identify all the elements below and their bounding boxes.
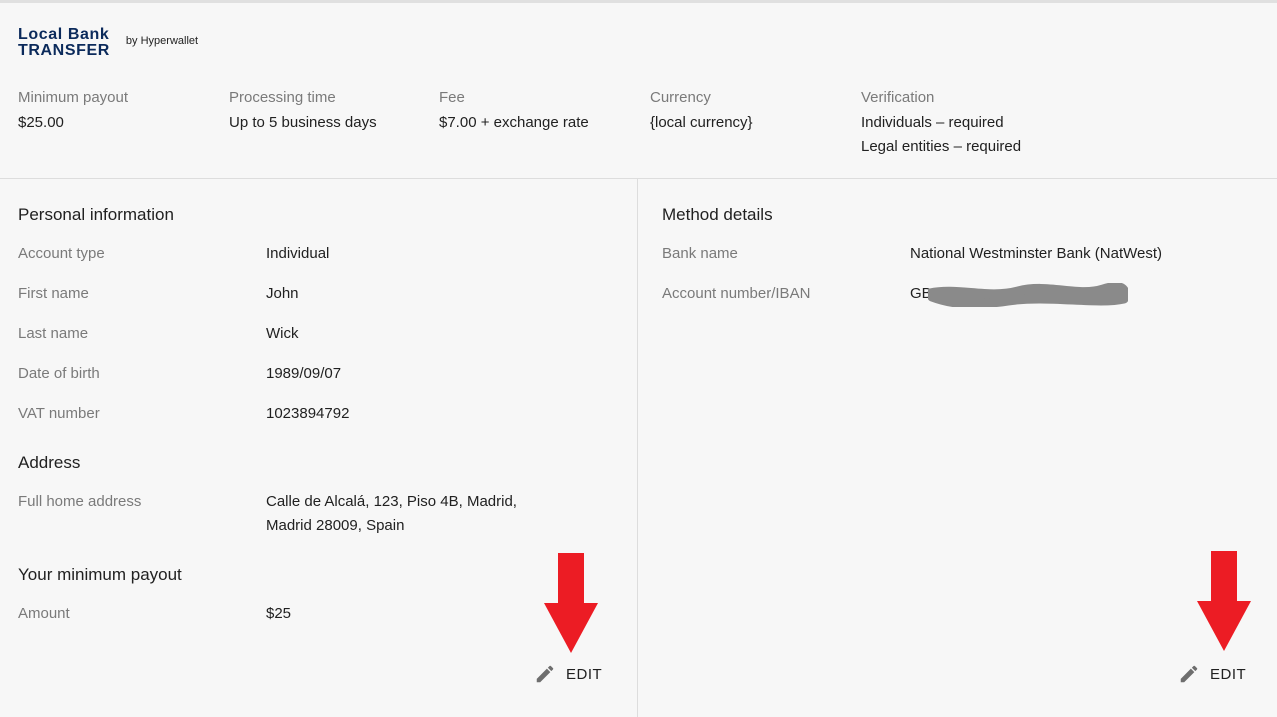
last-name-label: Last name xyxy=(18,325,89,342)
method-details-title: Method details xyxy=(662,205,773,224)
address-line-1: Calle de Alcalá, 123, Piso 4B, Madrid, xyxy=(266,493,517,510)
summary-value: $7.00 + exchange rate xyxy=(439,114,589,131)
address-title: Address xyxy=(18,453,81,472)
date-of-birth-label: Date of birth xyxy=(18,365,100,382)
verification-individuals: Individuals – required xyxy=(861,114,1004,131)
summary-label: Processing time xyxy=(229,89,336,106)
summary-value: {local currency} xyxy=(650,114,753,131)
account-type-value: Individual xyxy=(266,245,330,262)
account-number-label: Account number/IBAN xyxy=(662,285,811,302)
redaction-scribble xyxy=(928,283,1128,307)
summary-verification: Verification Individuals – required Lega… xyxy=(861,87,1021,159)
summary-currency: Currency {local currency} xyxy=(650,87,753,135)
amount-value: $25 xyxy=(266,605,292,622)
pencil-icon xyxy=(536,665,554,683)
summary-value: Up to 5 business days xyxy=(229,114,377,131)
date-of-birth-value: 1989/09/07 xyxy=(266,365,342,382)
summary-label: Fee xyxy=(439,89,465,106)
logo-by-hyperwallet: by Hyperwallet xyxy=(125,35,199,47)
edit-method-details-button[interactable]: EDIT xyxy=(1178,663,1246,685)
first-name-value: John xyxy=(266,285,299,302)
summary-label: Minimum payout xyxy=(18,89,129,106)
edit-label: EDIT xyxy=(566,665,603,683)
account-type-label: Account type xyxy=(18,245,105,262)
address-line-2: Madrid 28009, Spain xyxy=(266,517,405,534)
red-arrow-down-icon xyxy=(1197,551,1251,651)
first-name-label: First name xyxy=(18,285,89,302)
method-header: Local Bank TRANSFER by Hyperwallet Minim… xyxy=(0,3,1277,179)
minimum-payout-title: Your minimum payout xyxy=(18,565,182,584)
pencil-icon xyxy=(1180,665,1198,683)
summary-label: Currency xyxy=(650,89,711,106)
payout-method-page: Local Bank TRANSFER by Hyperwallet Minim… xyxy=(0,0,1277,717)
summary-label: Verification xyxy=(861,89,935,106)
column-divider xyxy=(637,179,638,717)
edit-personal-info-button[interactable]: EDIT xyxy=(534,663,602,685)
red-arrow-down-icon xyxy=(544,553,598,653)
summary-value: $25.00 xyxy=(18,114,64,131)
edit-label: EDIT xyxy=(1210,665,1247,683)
full-home-address-label: Full home address xyxy=(18,493,142,510)
amount-label: Amount xyxy=(18,605,70,622)
verification-legal-entities: Legal entities – required xyxy=(861,138,1022,155)
local-bank-transfer-logo: Local Bank TRANSFER by Hyperwallet xyxy=(18,27,198,59)
logo-line-1: Local Bank xyxy=(18,26,110,43)
vat-number-value: 1023894792 xyxy=(266,405,350,422)
bank-name-label: Bank name xyxy=(662,245,738,262)
summary-minimum-payout: Minimum payout $25.00 xyxy=(18,87,128,135)
vat-number-label: VAT number xyxy=(18,405,100,422)
logo-line-2: TRANSFER xyxy=(18,42,110,59)
summary-fee: Fee $7.00 + exchange rate xyxy=(439,87,589,135)
summary-processing-time: Processing time Up to 5 business days xyxy=(229,87,377,135)
last-name-value: Wick xyxy=(266,325,299,342)
personal-information-title: Personal information xyxy=(18,205,174,224)
bank-name-value: National Westminster Bank (NatWest) xyxy=(910,245,1163,262)
